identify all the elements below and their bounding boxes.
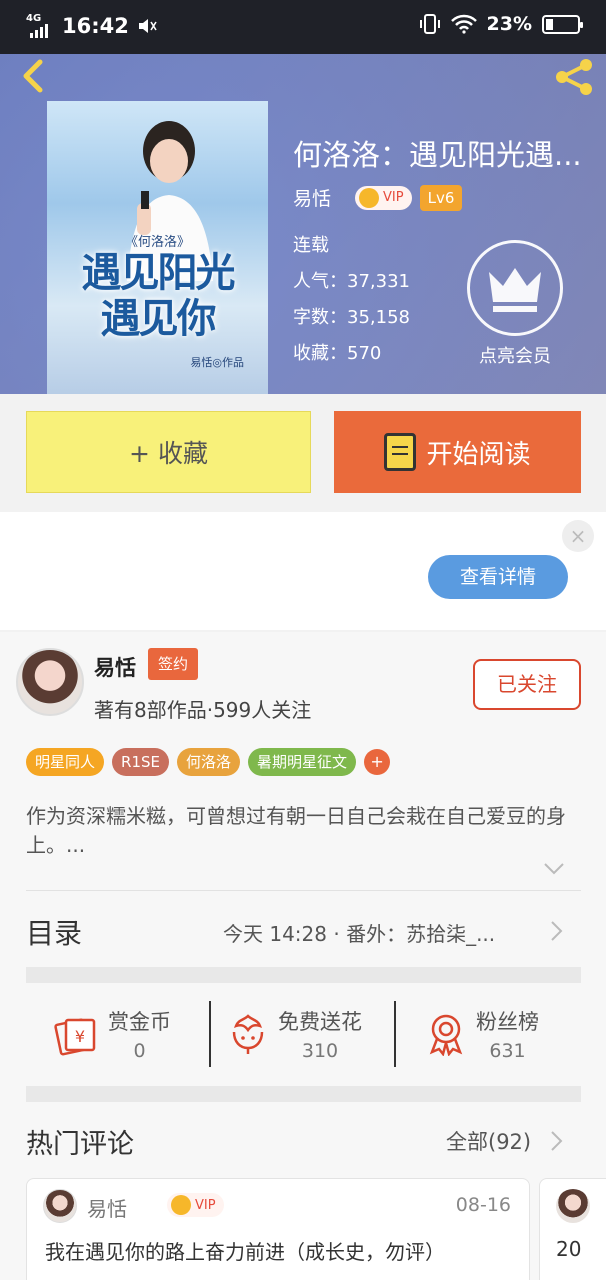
mute-icon <box>138 19 157 33</box>
close-icon[interactable]: × <box>562 520 594 552</box>
svg-text:¥: ¥ <box>75 1027 85 1046</box>
signal-icon: 4G <box>26 12 54 40</box>
author-name[interactable]: 易恬 <box>94 652 136 682</box>
author-stats: 著有8部作品·599人关注 <box>94 698 312 722</box>
toc-latest-chapter[interactable]: 今天 14:28 · 番外：苏拾柒_... <box>223 918 543 947</box>
book-icon <box>384 433 417 471</box>
hot-comments-label: 热门评论 <box>26 1129 134 1160</box>
tag[interactable]: 暑期明星征文 <box>248 748 357 776</box>
book-description[interactable]: 作为资深糯米糍，可曾想过有朝一日自己会栽在自己爱豆的身上。... <box>26 802 581 860</box>
add-tag-button[interactable]: + <box>364 749 391 775</box>
avatar[interactable] <box>16 648 84 716</box>
tag[interactable]: 何洛洛 <box>176 748 240 776</box>
tag[interactable]: 明星同人 <box>26 748 105 776</box>
status-time: 16:42 <box>62 14 129 38</box>
reward-coins[interactable]: ¥ 赏金币 0 <box>54 999 171 1069</box>
comment-user: 易恬 <box>87 1197 127 1221</box>
chevron-right-icon[interactable] <box>550 1130 564 1152</box>
wifi-icon <box>450 14 477 34</box>
cover-title: 《何洛洛》 遇见阳光 遇见你 <box>81 235 236 342</box>
start-reading-button[interactable]: 开始阅读 <box>334 411 581 493</box>
crown-icon <box>359 187 380 208</box>
vip-badge: VIP <box>167 1193 224 1217</box>
coin-envelope-icon: ¥ <box>54 1018 96 1056</box>
status-bar: 4G 16:42 23% <box>0 0 606 54</box>
book-favorites: 收藏：570 <box>293 343 382 364</box>
collect-button[interactable]: + 收藏 <box>26 411 311 493</box>
vibrate-icon <box>419 14 440 34</box>
book-title: 何洛洛：遇见阳光遇... <box>293 138 582 172</box>
comment-date: 08-16 <box>455 1194 511 1216</box>
book-author[interactable]: 易恬 <box>293 184 331 211</box>
flower-icon <box>232 1014 264 1054</box>
book-detail-page: 4G 16:42 23% 《何洛洛》 遇见阳光 遇见你 易恬◎作品 何洛洛：遇见… <box>0 0 606 1280</box>
follow-button[interactable]: 已关注 <box>473 659 581 710</box>
comment-card[interactable]: 易恬 VIP 08-16 我在遇见你的路上奋力前进（成长史，勿评） <box>26 1178 530 1280</box>
toc-label[interactable]: 目录 <box>26 912 82 952</box>
back-icon[interactable] <box>16 56 52 96</box>
tag-list: 明星同人 R1SE 何洛洛 暑期明星征文 + <box>26 748 391 776</box>
comment-text: 我在遇见你的路上奋力前进（成长史，勿评） <box>45 1240 445 1264</box>
book-status: 连载 <box>293 235 329 256</box>
crown-icon <box>171 1195 191 1215</box>
cover-author: 易恬◎作品 <box>190 356 244 369</box>
comment-card[interactable]: 20 <box>539 1178 606 1280</box>
avatar <box>43 1189 77 1223</box>
reward-flowers[interactable]: 免费送花 310 <box>228 999 362 1069</box>
level-badge: Lv6 <box>419 184 463 211</box>
vip-badge: VIP <box>355 185 412 210</box>
book-cover[interactable]: 《何洛洛》 遇见阳光 遇见你 易恬◎作品 <box>47 101 268 394</box>
book-popularity: 人气：37,331 <box>293 271 410 292</box>
all-comments-link[interactable]: 全部(92) <box>446 1126 531 1156</box>
avatar <box>556 1189 590 1223</box>
view-details-button[interactable]: 查看详情 <box>428 555 568 599</box>
reward-fans-rank[interactable]: 粉丝榜 631 <box>426 999 539 1069</box>
member-button[interactable]: 点亮会员 <box>467 240 563 368</box>
tag[interactable]: R1SE <box>112 748 169 776</box>
ad-banner: × 查看详情 <box>0 512 606 630</box>
chevron-right-icon[interactable] <box>550 920 564 942</box>
chevron-down-icon[interactable] <box>543 862 565 876</box>
signed-badge: 签约 <box>148 648 199 680</box>
battery-percent: 23% <box>486 13 532 35</box>
book-header: 《何洛洛》 遇见阳光 遇见你 易恬◎作品 何洛洛：遇见阳光遇... 易恬 VIP… <box>0 54 606 394</box>
book-word-count: 字数：35,158 <box>293 307 410 328</box>
comment-text: 20 <box>556 1237 582 1261</box>
member-label: 点亮会员 <box>479 346 551 367</box>
medal-icon <box>429 1014 463 1056</box>
reward-row: ¥ 赏金币 0 免费送花 310 粉丝榜 631 <box>26 983 581 1083</box>
battery-icon <box>542 14 583 34</box>
crown-icon <box>489 268 541 312</box>
share-icon[interactable] <box>550 56 598 98</box>
